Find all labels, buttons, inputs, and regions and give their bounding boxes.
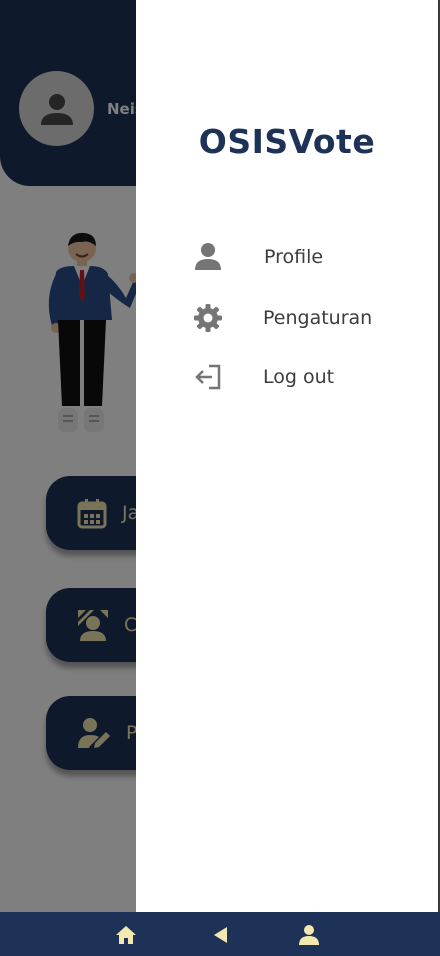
drawer-title: OSISVote [198, 122, 376, 161]
home-icon[interactable] [113, 922, 139, 948]
drawer-item-logout[interactable]: Log out [192, 359, 334, 395]
drawer-item-logout-label: Log out [263, 366, 335, 388]
drawer-item-profile[interactable]: Profile [192, 239, 323, 275]
logout-icon [192, 361, 224, 393]
profile-icon[interactable] [296, 922, 322, 948]
drawer-item-settings[interactable]: Pengaturan [192, 300, 372, 336]
bottom-navigation [0, 912, 440, 956]
drawer-item-profile-label: Profile [264, 246, 324, 268]
gear-icon [192, 302, 224, 334]
drawer-item-settings-label: Pengaturan [263, 307, 373, 329]
back-icon[interactable] [207, 922, 233, 948]
navigation-drawer: OSISVote Profile Pengaturan Log out [136, 0, 438, 912]
person-icon [192, 241, 224, 273]
